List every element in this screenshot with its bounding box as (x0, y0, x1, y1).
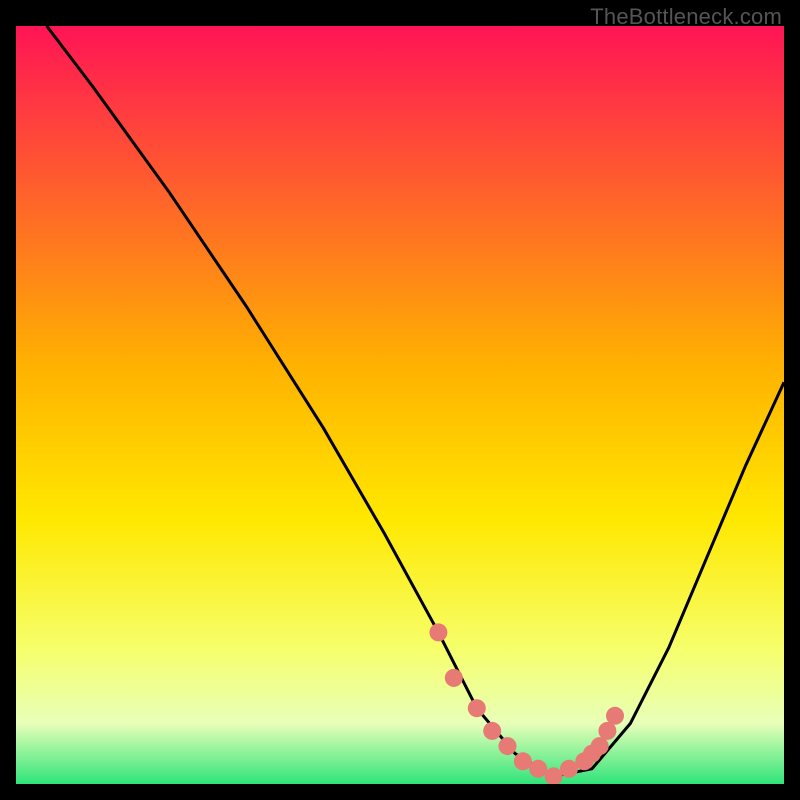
highlight-dot (468, 699, 486, 717)
chart-svg (16, 26, 784, 784)
highlight-dot (606, 707, 624, 725)
highlight-dot (429, 623, 447, 641)
highlight-dot (445, 669, 463, 687)
highlight-dot (499, 737, 517, 755)
highlight-dot (560, 760, 578, 778)
highlight-dot (514, 752, 532, 770)
chart-frame (16, 26, 784, 784)
highlight-dot (529, 760, 547, 778)
highlight-dot (483, 722, 501, 740)
highlight-dot (591, 737, 609, 755)
